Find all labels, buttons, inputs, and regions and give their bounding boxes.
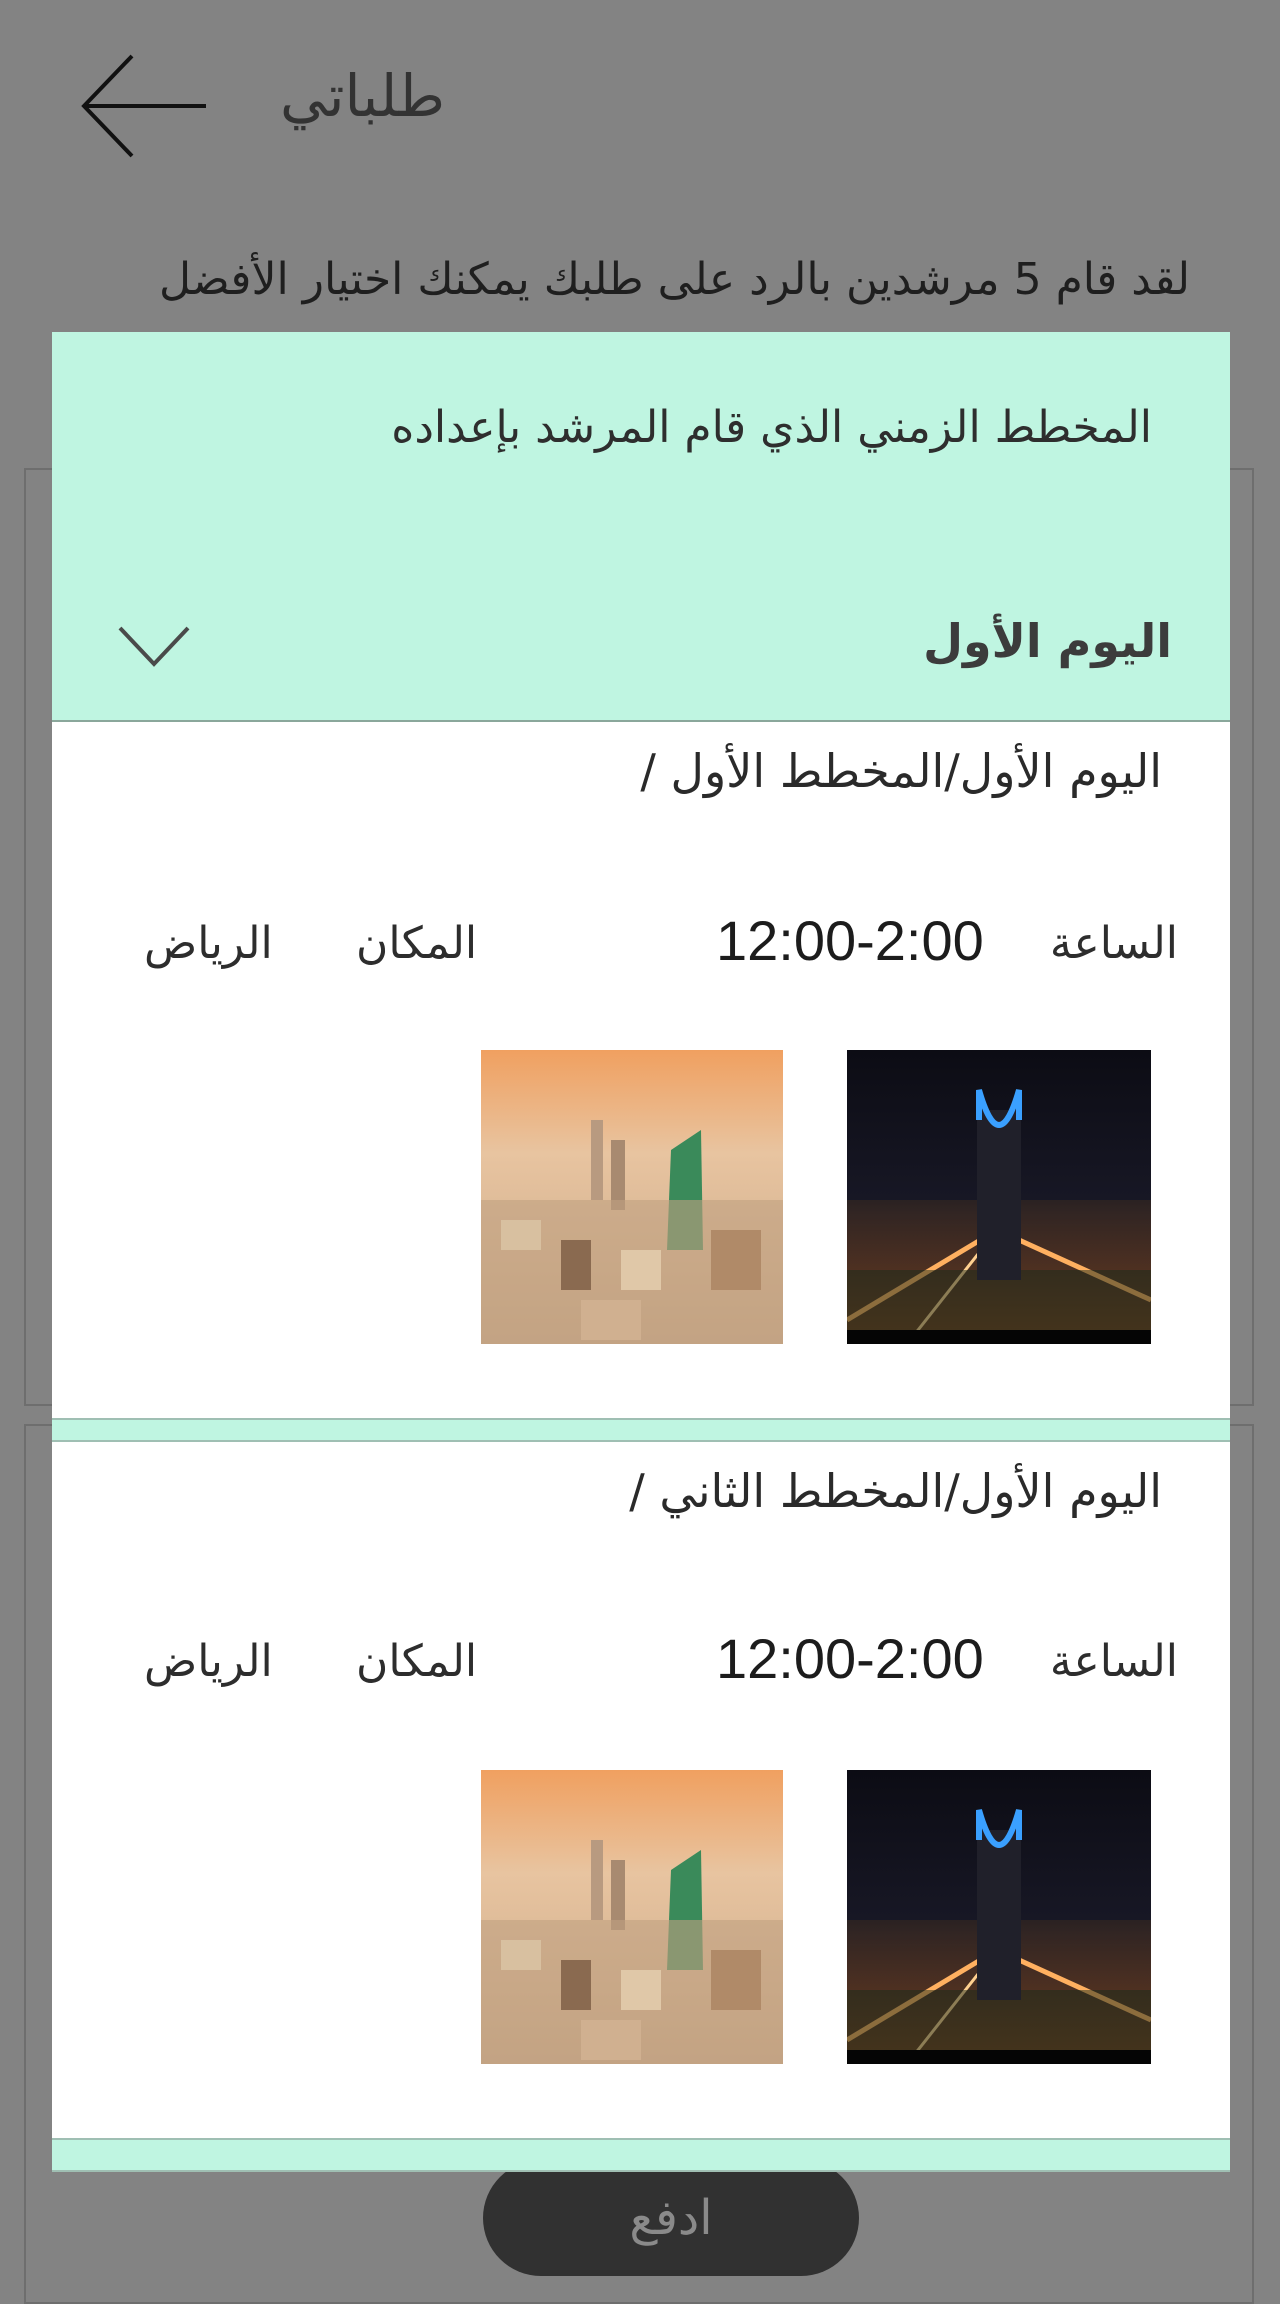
pay-button[interactable]: ادفع <box>483 2160 859 2276</box>
modal-header: المخطط الزمني الذي قام المرشد بإعداده ال… <box>52 332 1230 722</box>
responses-summary: لقد قام 5 مرشدين بالرد على طلبك يمكنك اخ… <box>158 254 1190 305</box>
place-value: الرياض <box>144 1636 273 1687</box>
modal-title: المخطط الزمني الذي قام المرشد بإعداده <box>391 402 1152 453</box>
plan-separator <box>52 1418 1230 1442</box>
riyadh-skyline-sunset-photo[interactable] <box>481 1050 783 1344</box>
time-value: 12:00-2:00 <box>716 1627 984 1690</box>
chevron-down-icon[interactable] <box>116 622 192 672</box>
time-label: الساعة <box>1049 918 1178 969</box>
plan-title: اليوم الأول/المخطط الأول / <box>640 744 1162 798</box>
day-selector-label[interactable]: اليوم الأول <box>923 614 1172 668</box>
plan-item: اليوم الأول/المخطط الثاني / الساعة 12:00… <box>52 1442 1230 2148</box>
time-label: الساعة <box>1049 1636 1178 1687</box>
app-header: طلباتي <box>0 0 1280 200</box>
plan-title: اليوم الأول/المخطط الثاني / <box>629 1464 1162 1518</box>
kingdom-tower-night-photo[interactable] <box>847 1770 1151 2064</box>
place-label: المكان <box>356 1636 478 1687</box>
timeline-modal: المخطط الزمني الذي قام المرشد بإعداده ال… <box>52 332 1230 2172</box>
plan-separator <box>52 2138 1230 2172</box>
time-value: 12:00-2:00 <box>716 909 984 972</box>
kingdom-tower-night-photo[interactable] <box>847 1050 1151 1344</box>
riyadh-skyline-sunset-photo[interactable] <box>481 1770 783 2064</box>
arrow-left-icon[interactable] <box>78 50 214 162</box>
place-label: المكان <box>356 918 478 969</box>
page-title: طلباتي <box>280 62 446 130</box>
place-value: الرياض <box>144 918 273 969</box>
